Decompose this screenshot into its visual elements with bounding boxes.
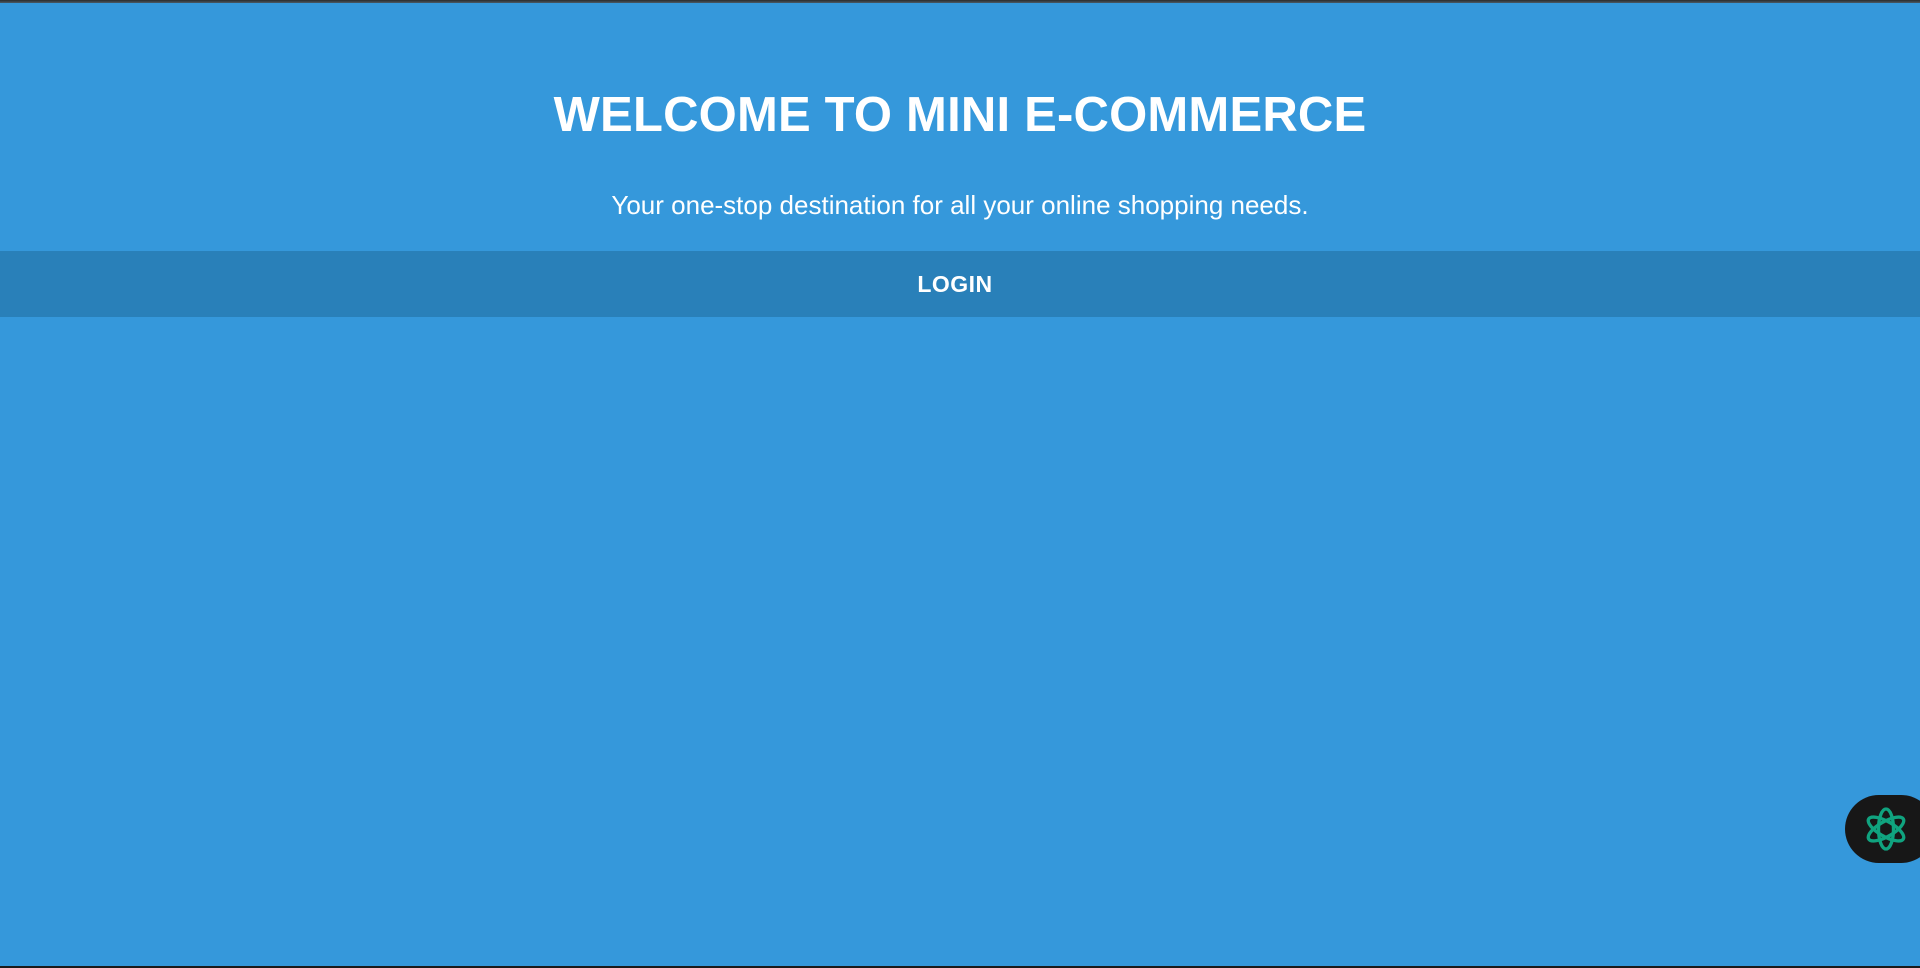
page-subtitle: Your one-stop destination for all your o…	[611, 190, 1309, 220]
hero-header: WELCOME TO MINI E-COMMERCE Your one-stop…	[0, 3, 1920, 251]
ai-assistant-icon	[1866, 807, 1906, 851]
assistant-widget-button[interactable]	[1845, 795, 1920, 863]
login-link[interactable]: LOGIN	[917, 271, 992, 298]
nav-bar: LOGIN	[0, 251, 1920, 317]
page-title: WELCOME TO MINI E-COMMERCE	[553, 88, 1367, 142]
